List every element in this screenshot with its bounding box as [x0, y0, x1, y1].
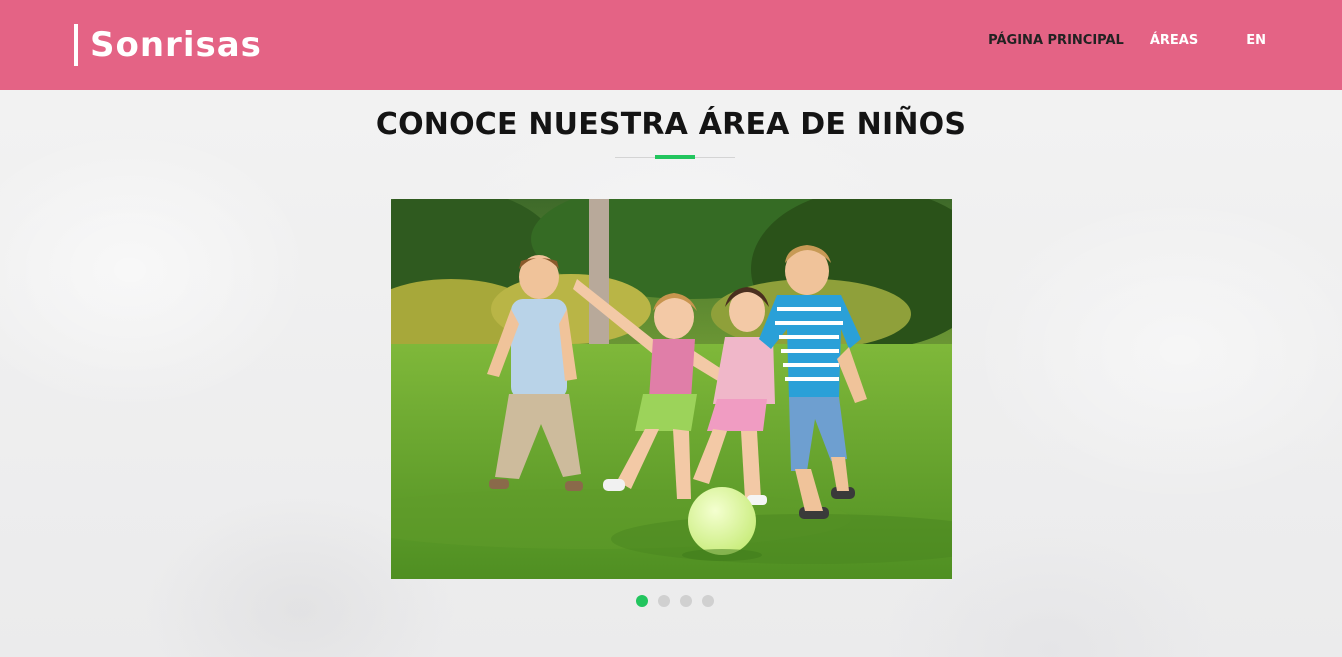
- site-logo[interactable]: Sonrisas: [74, 24, 262, 66]
- nav-link-areas[interactable]: ÁREAS: [1150, 33, 1198, 49]
- language-switch[interactable]: EN: [1246, 33, 1266, 49]
- carousel-dot-4[interactable]: [702, 595, 714, 607]
- site-header: Sonrisas PÁGINA PRINCIPAL ÁREAS EN: [0, 0, 1342, 90]
- carousel-dot-3[interactable]: [680, 595, 692, 607]
- nav-link-home[interactable]: PÁGINA PRINCIPAL: [988, 33, 1124, 49]
- carousel-dot-2[interactable]: [658, 595, 670, 607]
- title-divider-accent: [655, 155, 695, 159]
- main-nav: PÁGINA PRINCIPAL ÁREAS EN: [988, 33, 1266, 49]
- carousel-dot-1[interactable]: [636, 595, 648, 607]
- carousel-slide-image[interactable]: [391, 199, 952, 579]
- carousel-pagination: [636, 595, 724, 607]
- children-playing-image: [391, 199, 952, 579]
- section-title: CONOCE NUESTRA ÁREA DE NIÑOS: [375, 107, 967, 142]
